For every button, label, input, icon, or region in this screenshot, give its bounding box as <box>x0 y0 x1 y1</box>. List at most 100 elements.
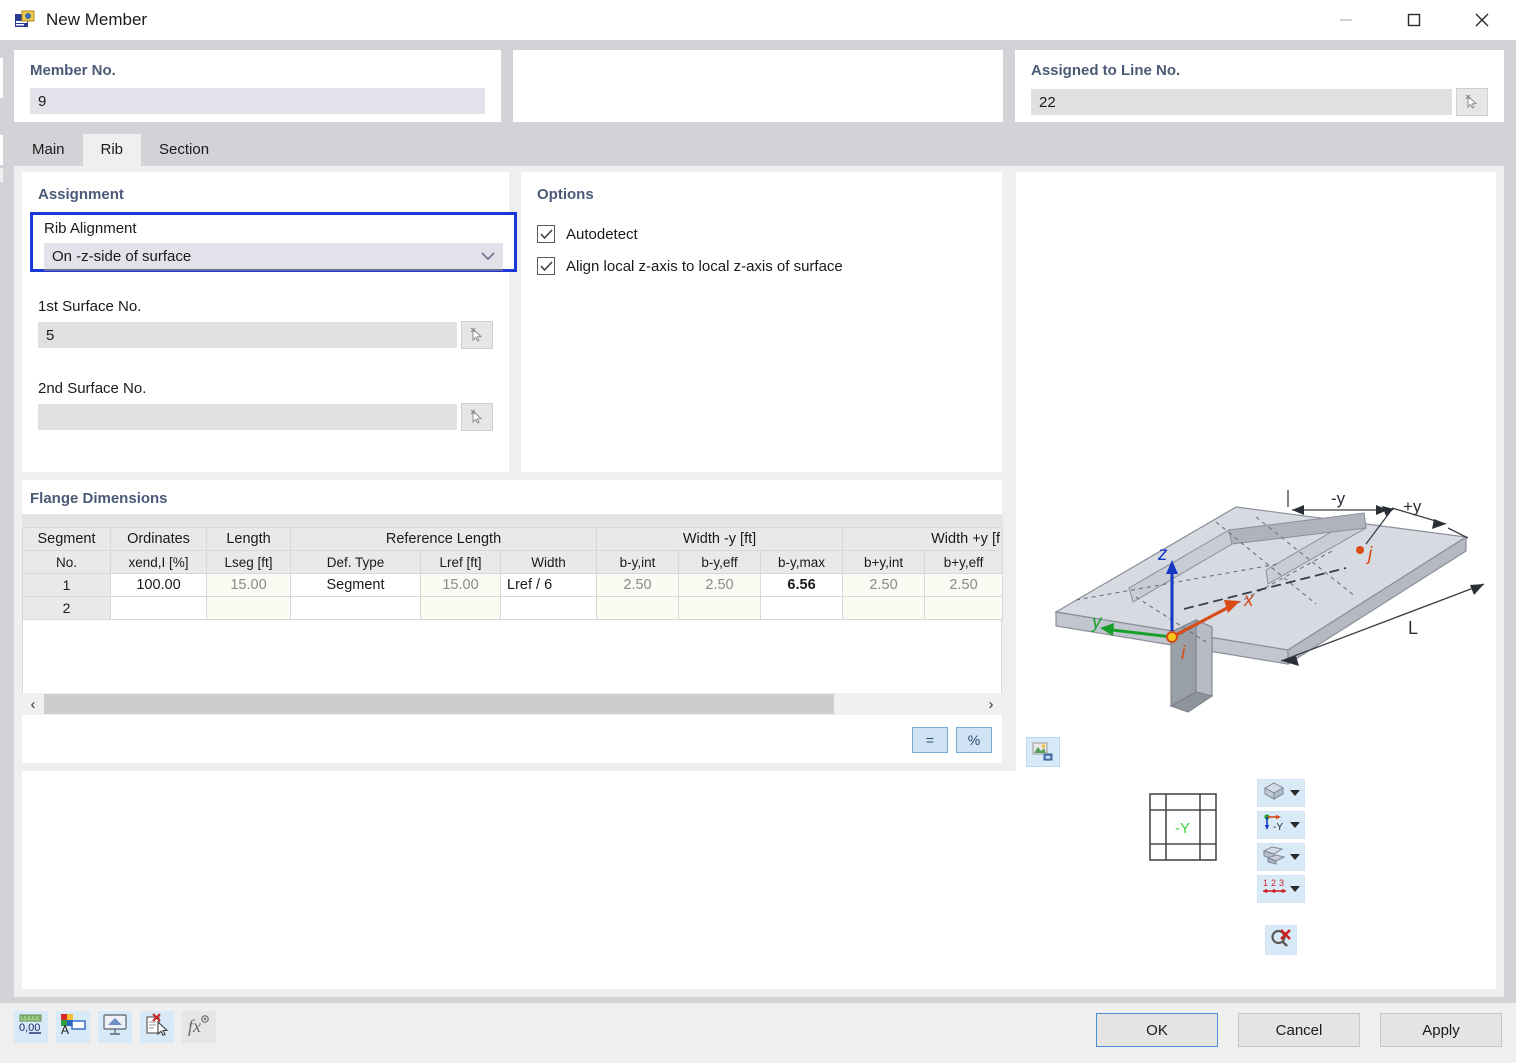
table-row[interactable]: 1 100.00 15.00 Segment 15.00 Lref / 6 2.… <box>22 573 1004 597</box>
cell-def-type[interactable] <box>290 596 421 620</box>
dim-length-label: L <box>1408 618 1418 638</box>
options-inner: Options Autodetect Align local z-axis to… <box>521 172 1002 275</box>
scroll-thumb[interactable] <box>44 694 834 714</box>
surface2-input[interactable] <box>38 404 457 430</box>
cell-by-max[interactable]: 6.56 <box>760 573 844 597</box>
cell-bpy-int[interactable]: 2.50 <box>842 573 926 597</box>
cell-def-type[interactable]: Segment <box>290 573 421 597</box>
numbering-dropdown[interactable]: 1 2 3 <box>1257 875 1305 903</box>
col-width-minus-y-group: Width -y [ft] <box>596 527 844 551</box>
clear-selection-button[interactable] <box>1265 925 1297 955</box>
cancel-button[interactable]: Cancel <box>1238 1013 1360 1047</box>
axis-x-label: x <box>1243 590 1255 611</box>
cell-bpy-eff[interactable] <box>924 596 1004 620</box>
edge-mark-2 <box>0 135 3 165</box>
scroll-track[interactable] <box>44 693 980 715</box>
cell-width[interactable]: Lref / 6 <box>499 573 598 597</box>
cell-by-eff[interactable] <box>678 596 762 620</box>
cell-by-eff[interactable]: 2.50 <box>678 573 762 597</box>
option-align-z-axis[interactable]: Align local z-axis to local z-axis of su… <box>537 257 986 275</box>
cell-by-int[interactable]: 2.50 <box>596 573 680 597</box>
svg-text:A: A <box>61 1023 69 1037</box>
pick-surface1-cursor-icon[interactable] <box>461 321 493 349</box>
view-mode-dropdown[interactable] <box>1257 779 1305 807</box>
cell-lref[interactable] <box>420 596 501 620</box>
render-settings-icon[interactable] <box>1026 737 1060 767</box>
cell-lseg[interactable]: 15.00 <box>206 573 291 597</box>
assigned-line-label: Assigned to Line No. <box>1031 62 1181 79</box>
equal-button[interactable]: = <box>912 727 948 753</box>
col-deftype-sub: Def. Type <box>290 550 421 574</box>
apply-button[interactable]: Apply <box>1380 1013 1502 1047</box>
render-style-dropdown[interactable] <box>1257 843 1305 871</box>
table-spacer-row <box>22 514 1004 528</box>
ok-button[interactable]: OK <box>1096 1013 1218 1047</box>
axis-system-dropdown[interactable]: -Y <box>1257 811 1305 839</box>
spacer-cell <box>110 514 207 528</box>
chevron-down-icon <box>1290 822 1300 828</box>
edge-mark-1 <box>0 58 3 98</box>
member-icon <box>14 9 36 31</box>
flange-title: Flange Dimensions <box>30 490 168 507</box>
col-ordinates-top: Ordinates <box>110 527 207 551</box>
tab-main[interactable]: Main <box>14 134 83 166</box>
col-lref-sub: Lref [ft] <box>420 550 501 574</box>
chevron-left-icon[interactable]: ‹ <box>22 693 44 715</box>
svg-text:fx: fx <box>188 1016 201 1036</box>
units-0.00-icon: 0,00 <box>18 1013 44 1041</box>
flange-table: Segment Ordinates Length Reference Lengt… <box>22 514 1004 620</box>
edge-mark-3 <box>0 168 3 182</box>
display-properties-button[interactable]: A <box>56 1011 90 1043</box>
units-button[interactable]: 0,00 <box>14 1011 48 1043</box>
color-label-icon: A <box>60 1013 86 1041</box>
view-orientation-grid[interactable]: -Y <box>1149 793 1217 861</box>
surface1-input[interactable]: 5 <box>38 322 457 348</box>
member-no-input[interactable]: 9 <box>30 88 485 114</box>
table-group-header-row: Segment Ordinates Length Reference Lengt… <box>22 527 1004 551</box>
pick-surface2-cursor-icon[interactable] <box>461 403 493 431</box>
col-segment-sub: No. <box>22 550 111 574</box>
cell-by-max[interactable] <box>760 596 844 620</box>
checkbox-checked-icon <box>537 257 555 275</box>
cell-ordinates[interactable] <box>110 596 207 620</box>
cell-bpy-eff[interactable]: 2.50 <box>924 573 1004 597</box>
table-horizontal-scrollbar[interactable]: ‹ › <box>22 693 1002 715</box>
cell-lref[interactable]: 15.00 <box>420 573 501 597</box>
cell-ordinates[interactable]: 100.00 <box>110 573 207 597</box>
visibility-button[interactable] <box>98 1011 132 1043</box>
numbering-123-icon: 1 2 3 <box>1262 877 1288 901</box>
option-align-z-axis-label: Align local z-axis to local z-axis of su… <box>566 257 843 275</box>
chevron-down-icon <box>1290 886 1300 892</box>
tab-section[interactable]: Section <box>141 134 228 166</box>
axis-y-label: y <box>1090 612 1103 633</box>
cell-segment-no: 1 <box>22 573 111 597</box>
col-byint-sub: b-y,int <box>596 550 680 574</box>
cell-by-int[interactable] <box>596 596 680 620</box>
chevron-down-icon <box>1290 790 1300 796</box>
surface2-row <box>38 403 493 431</box>
pick-line-cursor-icon[interactable] <box>1456 88 1488 116</box>
minimize-icon[interactable] <box>1312 0 1380 40</box>
chevron-down-icon <box>1290 854 1300 860</box>
svg-text:2: 2 <box>1271 878 1276 888</box>
delete-entry-button[interactable] <box>140 1011 174 1043</box>
close-icon[interactable] <box>1448 0 1516 40</box>
cell-lseg[interactable] <box>206 596 291 620</box>
table-action-bar: = % <box>22 717 1002 763</box>
tab-rib[interactable]: Rib <box>82 134 142 166</box>
cell-bpy-int[interactable] <box>842 596 926 620</box>
assigned-line-input[interactable]: 22 <box>1031 89 1452 115</box>
assignment-panel: Assignment 1st Surface No. 5 2nd Surface… <box>22 172 517 472</box>
cell-width[interactable] <box>499 596 598 620</box>
rib-3d-diagram: z x y i j -y +y L <box>1016 172 1496 777</box>
surface2-label: 2nd Surface No. <box>38 380 147 397</box>
option-autodetect[interactable]: Autodetect <box>537 225 986 243</box>
table-row[interactable]: 2 <box>22 596 1004 620</box>
percent-button[interactable]: % <box>956 727 992 753</box>
chevron-right-icon[interactable]: › <box>980 693 1002 715</box>
maximize-icon[interactable] <box>1380 0 1448 40</box>
solid-blocks-icon <box>1262 845 1286 869</box>
options-title: Options <box>537 186 594 203</box>
cell-segment-no: 2 <box>22 596 111 620</box>
rib-alignment-select[interactable]: On -z-side of surface <box>44 243 503 271</box>
